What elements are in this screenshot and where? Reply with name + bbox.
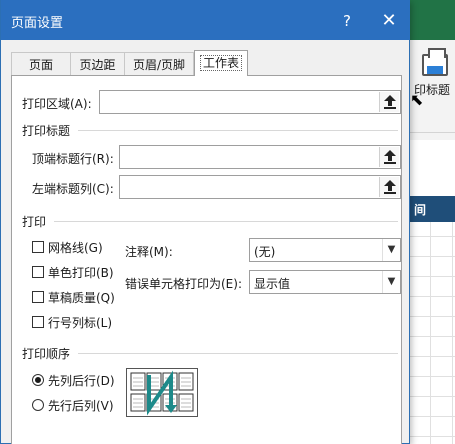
cell-errors-label: 错误单元格打印为(E): [125, 277, 242, 291]
cell-errors-select[interactable]: 显示值 ▼ [249, 270, 401, 294]
help-button[interactable]: ? [335, 9, 359, 33]
print-area-input[interactable] [99, 90, 401, 114]
section-divider [78, 130, 398, 131]
page-order-section: 打印顺序 [22, 347, 71, 361]
tab-sheet[interactable]: 工作表 [194, 50, 248, 76]
worksheet-grid[interactable] [408, 196, 455, 444]
close-button[interactable]: ✕ [377, 9, 401, 33]
columns-to-repeat-input[interactable] [119, 175, 401, 199]
collapse-dialog-bar [384, 162, 396, 164]
rows-collapse-button[interactable] [379, 147, 399, 167]
print-titles-section: 打印标题 [22, 124, 71, 138]
comments-label: 注释(M): [125, 245, 173, 259]
draft-quality-label: 草稿质量(Q) [48, 291, 115, 305]
comments-select[interactable]: (无) ▼ [249, 238, 401, 262]
checkbox-box[interactable] [32, 266, 44, 278]
print-area-label: 打印区域(A): [22, 97, 92, 111]
collapse-dialog-bar [384, 192, 396, 194]
row-col-headings-label: 行号列标(L) [48, 316, 113, 330]
page-setup-dialog: 页面设置 ? ✕ 页面 页边距 页眉/页脚 工作表 打印区域(A): 打印标题 [0, 0, 410, 444]
section-divider [78, 353, 398, 354]
collapse-dialog-bar [384, 107, 396, 109]
over-then-down-label: 先行后列(V) [48, 399, 114, 413]
page-order-preview [126, 368, 198, 417]
down-then-over-label: 先列后行(D) [48, 374, 115, 388]
tab-margins[interactable]: 页边距 [70, 52, 125, 75]
black-and-white-label: 单色打印(B) [48, 266, 114, 280]
tab-page[interactable]: 页面 [11, 52, 71, 75]
section-divider [54, 221, 398, 222]
radio-circle[interactable] [32, 399, 44, 411]
mouse-cursor-icon: ⬉ [410, 90, 424, 109]
tab-header-footer[interactable]: 页眉/页脚 [124, 52, 194, 75]
table-header-cell: 间 [408, 196, 455, 222]
rows-to-repeat-label: 顶端标题行(R): [32, 152, 114, 166]
dialog-titlebar[interactable]: 页面设置 ? ✕ [1, 0, 410, 40]
columns-collapse-button[interactable] [379, 177, 399, 197]
print-area-collapse-button[interactable] [379, 92, 399, 112]
columns-to-repeat-label: 左端标题列(C): [32, 182, 114, 196]
checkbox-box[interactable] [32, 291, 44, 303]
checkbox-box[interactable] [32, 316, 44, 328]
checkbox-box[interactable] [32, 241, 44, 253]
gridlines-label: 网格线(G) [48, 241, 103, 255]
tab-header-footer-label: 页眉/页脚 [132, 58, 186, 72]
printer-icon [422, 48, 448, 76]
radio-circle[interactable] [32, 374, 44, 386]
comments-value: (无) [254, 245, 276, 259]
dialog-title: 页面设置 [11, 16, 64, 31]
sheet-tab-panel: 打印区域(A): 打印标题 顶端标题行(R): 左端标题列(C): 打印 网格线… [11, 75, 402, 444]
cell-errors-value: 显示值 [254, 277, 291, 291]
tab-margins-label: 页边距 [79, 58, 116, 72]
rows-to-repeat-input[interactable] [119, 145, 401, 169]
print-section: 打印 [22, 215, 47, 229]
chevron-down-icon[interactable]: ▼ [382, 271, 400, 293]
page-order-diagram-icon [130, 370, 194, 416]
excel-title-strip [410, 0, 455, 40]
chevron-down-icon[interactable]: ▼ [382, 239, 400, 261]
tab-page-label: 页面 [28, 58, 53, 72]
tab-sheet-label: 工作表 [199, 55, 242, 71]
